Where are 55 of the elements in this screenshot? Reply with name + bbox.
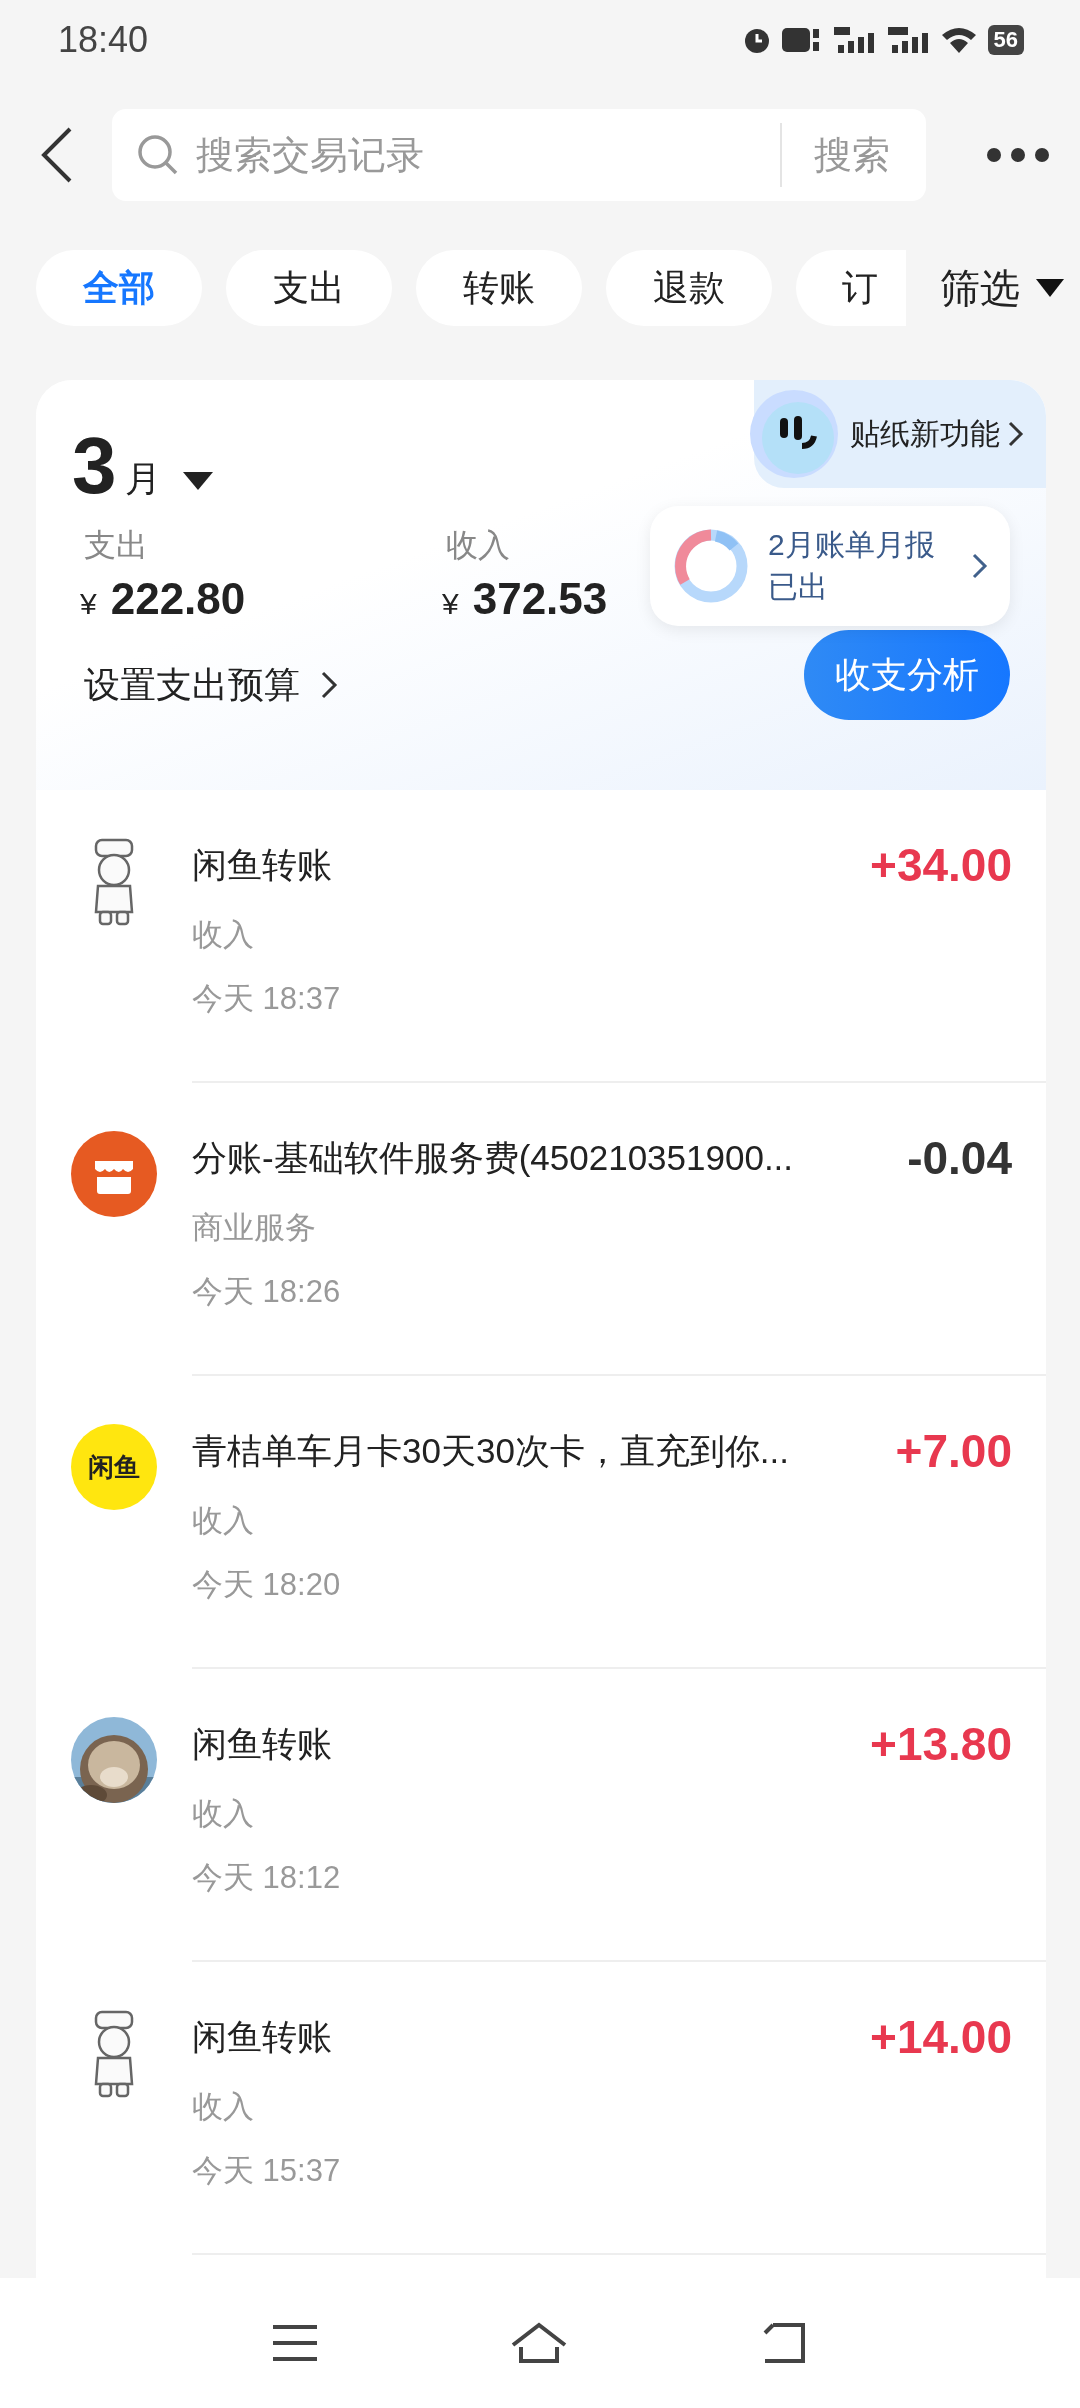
transaction-time: 今天 15:37: [192, 2152, 341, 2190]
currency-symbol: ¥: [442, 587, 459, 621]
transaction-category: 收入: [192, 1795, 254, 1833]
transaction-category: 收入: [192, 916, 254, 954]
logo-avatar: 闲鱼: [71, 1424, 157, 1510]
filter-chip[interactable]: 订: [796, 250, 906, 326]
chevron-icon: [972, 553, 988, 579]
status-time: 18:40: [58, 19, 149, 61]
more-icon[interactable]: [986, 145, 1050, 165]
currency-symbol: ¥: [80, 587, 97, 621]
chevron-icon: [1008, 421, 1024, 447]
transaction-time: 今天 18:12: [192, 1859, 341, 1897]
transaction-amount: +34.00: [870, 838, 1012, 892]
signal-icon: [885, 25, 930, 55]
transaction-time: 今天 18:37: [192, 980, 341, 1018]
total-label: 支出: [84, 526, 148, 565]
sticker-promo-text: 贴纸新功能: [850, 415, 1000, 452]
filter-chip[interactable]: 全部: [36, 250, 202, 326]
transaction-title: 闲鱼转账: [192, 1722, 332, 1765]
transaction-amount: +13.80: [870, 1717, 1012, 1771]
battery-indicator: 56: [987, 25, 1024, 55]
budget-link[interactable]: 设置支出预算: [84, 660, 338, 710]
month-number: 3: [72, 426, 117, 506]
transaction-amount: +7.00: [895, 1424, 1012, 1478]
home-icon[interactable]: [509, 2321, 569, 2365]
report-tip-text: 2月账单月报已出: [768, 527, 936, 605]
total-label: 收入: [446, 526, 510, 565]
transaction-title: 闲鱼转账: [192, 2015, 332, 2058]
filter-chip[interactable]: 支出: [226, 250, 392, 326]
analysis-button[interactable]: 收支分析: [804, 630, 1010, 720]
signal-icon: [831, 25, 876, 55]
filter-chip[interactable]: 退款: [606, 250, 772, 326]
transaction-title: 青桔单车月卡30天30次卡，直充到你...: [192, 1429, 790, 1472]
transaction-title: 分账-基础软件服务费(450210351900...: [192, 1136, 794, 1179]
transaction-title: 闲鱼转账: [192, 843, 332, 886]
filter-chip[interactable]: 转账: [416, 250, 582, 326]
transaction-amount: -0.04: [907, 1131, 1012, 1185]
menu-icon[interactable]: [271, 2323, 319, 2363]
month-unit: 月: [124, 457, 161, 501]
donut-icon: [672, 527, 750, 605]
chevron-icon: [320, 670, 338, 700]
total-amount: 222.80: [110, 574, 246, 624]
back-icon[interactable]: [40, 127, 74, 183]
transaction-category: 商业服务: [192, 1209, 316, 1247]
search-icon: [136, 133, 180, 177]
transaction-amount: +14.00: [870, 2010, 1012, 2064]
report-tooltip[interactable]: 2月账单月报已出: [650, 506, 1010, 626]
transaction-time: 今天 18:26: [192, 1273, 341, 1311]
hd-icon: [781, 25, 822, 55]
transaction-time: 今天 18:20: [192, 1566, 341, 1604]
total-amount: 372.53: [472, 574, 608, 624]
transaction-category: 收入: [192, 2088, 254, 2126]
caret-icon: [1036, 279, 1064, 297]
dropdown-icon[interactable]: [182, 472, 213, 492]
transaction-category: 收入: [192, 1502, 254, 1540]
